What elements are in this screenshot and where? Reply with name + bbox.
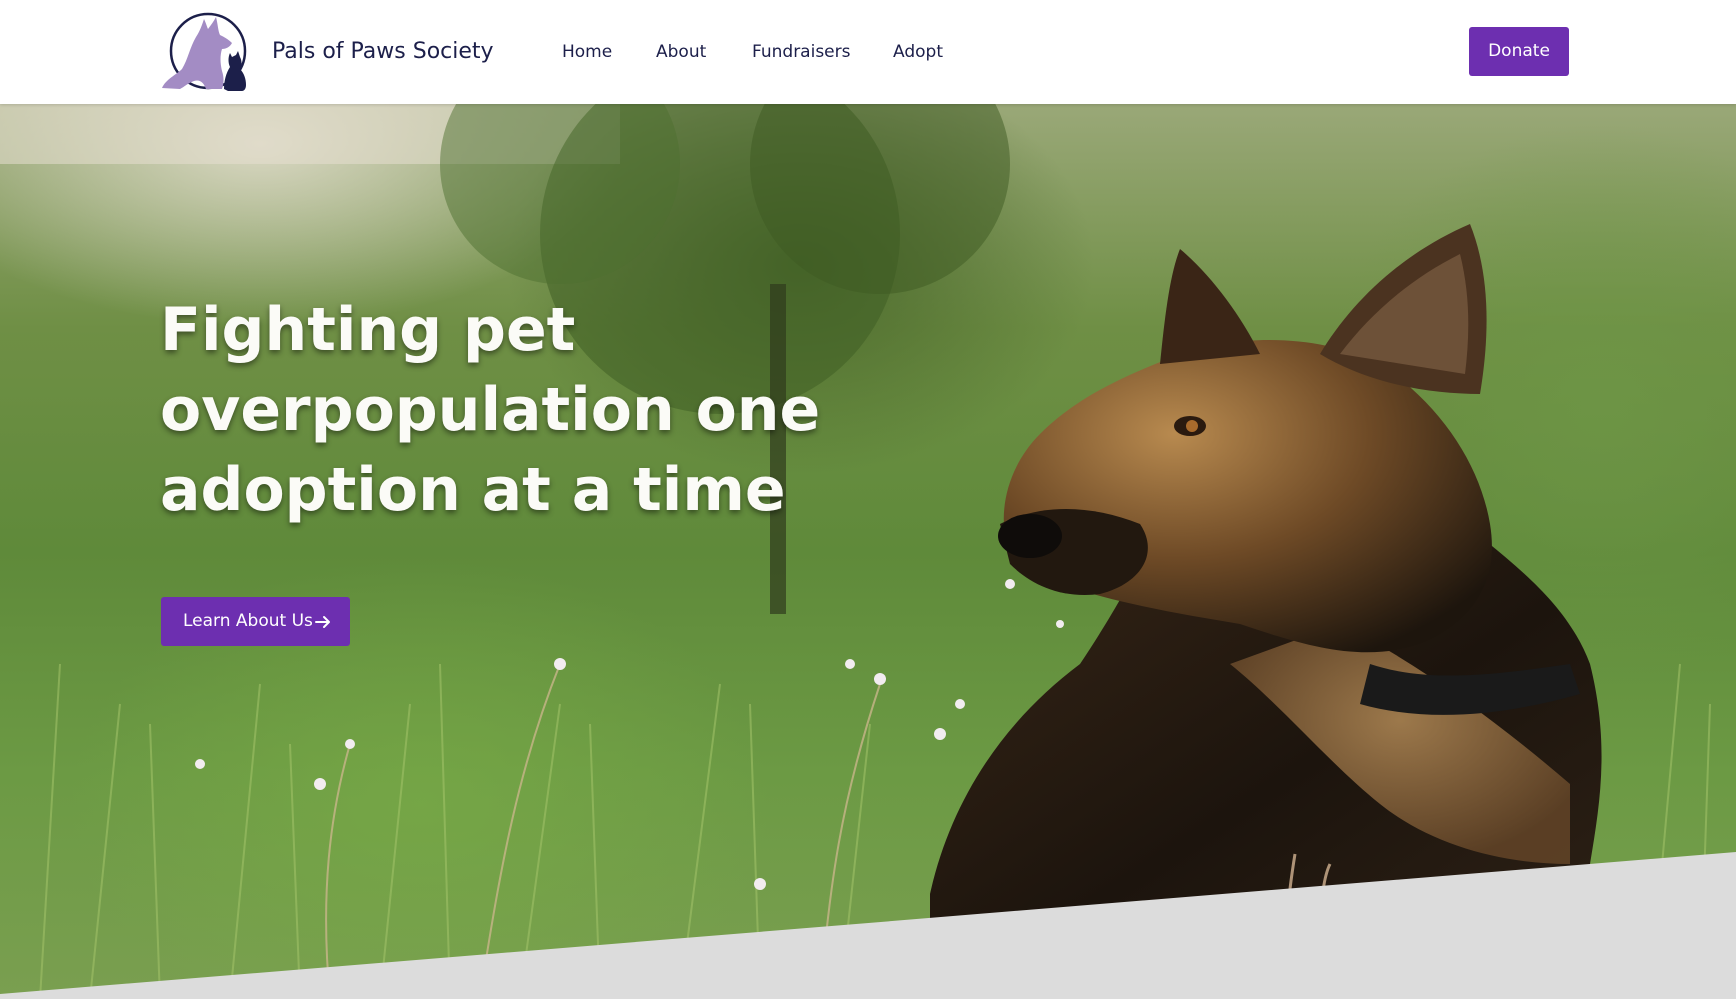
arrow-right-icon — [315, 616, 330, 628]
nav-adopt[interactable]: Adopt — [893, 36, 943, 68]
hero-title-line-3: adoption at a time — [160, 455, 786, 525]
nav-about[interactable]: About — [656, 36, 706, 68]
nav-fundraisers[interactable]: Fundraisers — [752, 36, 850, 68]
learn-about-us-button[interactable]: Learn About Us — [161, 597, 350, 646]
donate-button[interactable]: Donate — [1469, 27, 1569, 76]
hero-title-line-2: overpopulation one — [160, 375, 821, 445]
hero-bottom-divider — [0, 852, 1736, 999]
nav-home[interactable]: Home — [562, 36, 612, 68]
hero-title-line-1: Fighting pet — [160, 295, 576, 365]
site-header: Pals of Paws Society Home About Fundrais… — [0, 0, 1736, 104]
hero-section: Fighting pet overpopulation one adoption… — [0, 104, 1736, 999]
hero-background-image — [0, 104, 1736, 999]
brand-name[interactable]: Pals of Paws Society — [272, 36, 494, 68]
hero-title: Fighting pet overpopulation one adoption… — [160, 290, 821, 530]
learn-about-us-label: Learn About Us — [183, 611, 313, 631]
pals-of-paws-logo[interactable] — [160, 11, 256, 92]
